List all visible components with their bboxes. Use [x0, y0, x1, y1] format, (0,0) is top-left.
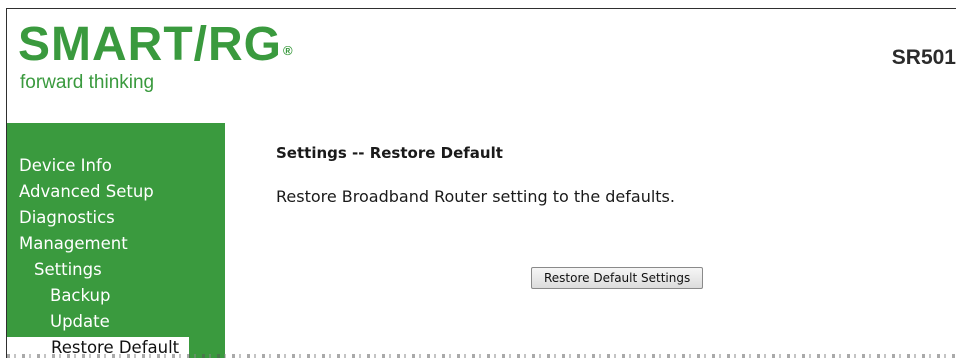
sidebar-item-settings[interactable]: Settings	[34, 259, 102, 281]
sidebar-item-diagnostics[interactable]: Diagnostics	[19, 207, 115, 229]
logo-text: SMART/RG	[18, 18, 282, 71]
logo-wordmark: SMART/RG®	[18, 17, 294, 73]
sidebar-item-update[interactable]: Update	[50, 311, 110, 333]
restore-default-settings-button[interactable]: Restore Default Settings	[531, 267, 704, 289]
header: SMART/RG® forward thinking SR501	[7, 9, 956, 123]
page-frame: SMART/RG® forward thinking SR501 Device …	[6, 8, 956, 358]
registered-mark: ®	[282, 43, 294, 58]
logo-tagline: forward thinking	[20, 72, 155, 93]
page-description: Restore Broadband Router setting to the …	[276, 187, 675, 206]
smartrg-logo: SMART/RG® forward thinking	[18, 17, 294, 93]
sidebar-item-management[interactable]: Management	[19, 233, 128, 255]
bottom-edge-artifact	[7, 354, 956, 358]
sidebar-item-backup[interactable]: Backup	[50, 285, 110, 307]
sidebar-item-device-info[interactable]: Device Info	[19, 155, 112, 177]
page-title: Settings -- Restore Default	[276, 144, 503, 162]
model-name: SR501	[891, 46, 956, 69]
sidebar-nav: Device Info Advanced Setup Diagnostics M…	[7, 123, 225, 358]
sidebar-item-advanced-setup[interactable]: Advanced Setup	[19, 181, 154, 203]
main-content: Settings -- Restore Default Restore Broa…	[225, 123, 956, 358]
